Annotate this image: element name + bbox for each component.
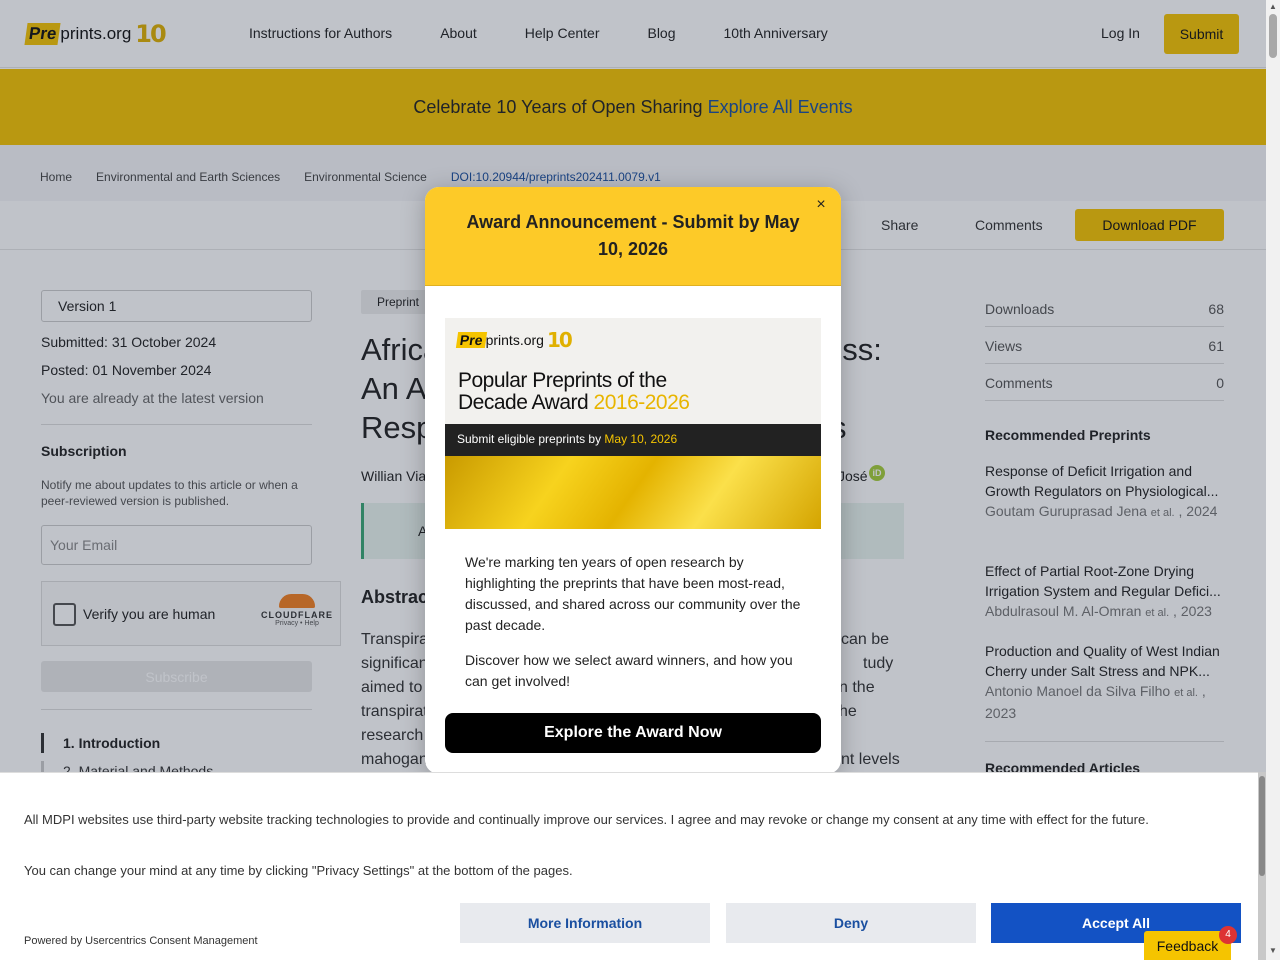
cookie-text: All MDPI websites use third-party websit… — [24, 812, 1149, 827]
usercentrics-credit[interactable]: Powered by Usercentrics Consent Manageme… — [24, 935, 258, 947]
band-text: Submit eligible preprints by — [457, 432, 602, 446]
scroll-up-icon[interactable]: ▲ — [1269, 2, 1277, 11]
band-date: May 10, 2026 — [604, 432, 678, 446]
award-image: Pre prints.org 10 Popular Preprints of t… — [445, 318, 821, 529]
logo-ten: 10 — [546, 328, 573, 352]
award-headline: Popular Preprints of the Decade Award 20… — [458, 369, 690, 414]
scrollbar-thumb[interactable] — [1269, 14, 1277, 58]
modal-title: Award Announcement - Submit by May 10, 2… — [466, 212, 800, 259]
scrollbar-thumb[interactable] — [1259, 776, 1265, 876]
cookie-text-2: You can change your mind at any time by … — [24, 863, 573, 878]
logo-pre: Pre — [455, 332, 487, 348]
award-deadline-band: Submit eligible preprints by May 10, 202… — [445, 424, 821, 456]
close-icon[interactable]: × — [813, 197, 829, 213]
modal-paragraph-1: We're marking ten years of open research… — [465, 554, 801, 633]
feedback-count-badge: 4 — [1219, 926, 1237, 944]
award-headline-line1: Popular Preprints of the — [458, 369, 667, 392]
logo-text: prints.org — [485, 332, 544, 348]
explore-award-button[interactable]: Explore the Award Now — [445, 713, 821, 753]
scroll-down-icon[interactable]: ▼ — [1269, 946, 1277, 955]
cookie-consent-banner: All MDPI websites use third-party websit… — [0, 772, 1258, 960]
modal-header: Award Announcement - Submit by May 10, 2… — [425, 187, 841, 286]
gold-waves-graphic — [445, 456, 821, 529]
award-logo: Pre prints.org 10 — [455, 328, 573, 352]
feedback-button[interactable]: Feedback — [1144, 931, 1231, 960]
more-information-button[interactable]: More Information — [460, 903, 710, 943]
cookie-scrollbar[interactable] — [1258, 772, 1266, 960]
award-years: 2016-2026 — [593, 391, 690, 414]
award-headline-line2: Decade Award — [458, 391, 589, 414]
deny-button[interactable]: Deny — [726, 903, 976, 943]
modal-paragraph-2: Discover how we select award winners, an… — [465, 652, 793, 689]
award-modal: Award Announcement - Submit by May 10, 2… — [425, 187, 841, 774]
page-scrollbar[interactable]: ▲ ▼ — [1266, 0, 1280, 960]
